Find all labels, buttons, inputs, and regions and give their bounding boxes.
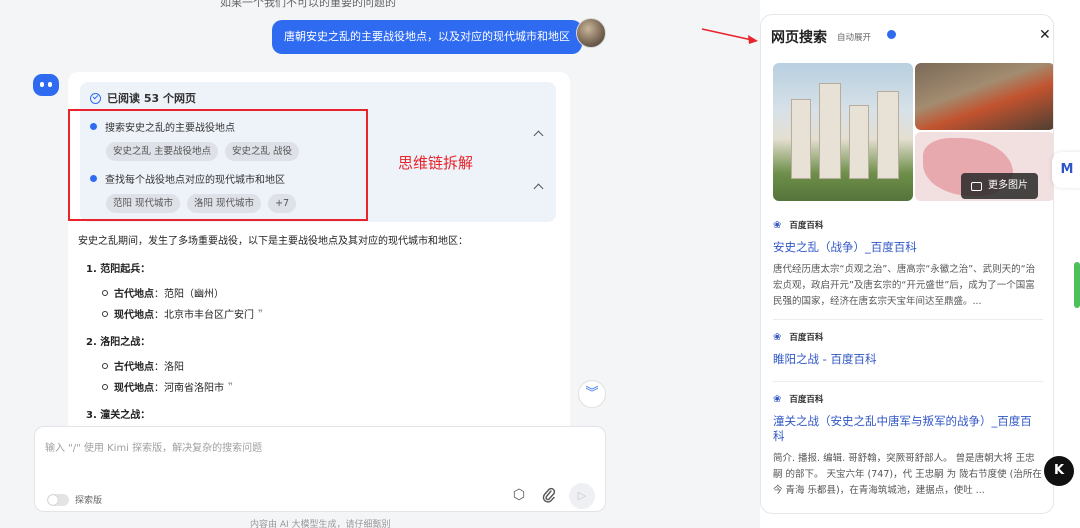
double-chevron-down-icon: ︾ bbox=[585, 386, 599, 401]
result-title-link[interactable]: 睢阳之战 - 百度百科 bbox=[773, 352, 1043, 367]
search-result: ❀ 百度百科 睢阳之战 - 百度百科 bbox=[773, 331, 1043, 367]
kimi-bot-avatar bbox=[33, 74, 59, 96]
modern-location: 现代地点 ：河南省洛阳市 ❞ bbox=[102, 379, 558, 395]
battle-title: 2. 洛阳之战： bbox=[86, 337, 151, 348]
baidu-paw-icon: ❀ bbox=[773, 393, 782, 405]
result-snippet: 唐代经历唐太宗“贞观之治”、唐高宗“永徽之治”、武则天的“治宏贞观，政启开元”及… bbox=[773, 264, 1036, 307]
chat-input-box: 探索版 ⬡ ▷ bbox=[34, 426, 606, 512]
paperclip-svg bbox=[542, 487, 556, 503]
modern-value: ：河南省洛阳市 bbox=[154, 383, 224, 394]
collapse-step-1-icon[interactable] bbox=[533, 130, 544, 141]
citation-quote-icon[interactable]: ❞ bbox=[228, 382, 233, 392]
scroll-indicator[interactable] bbox=[1074, 262, 1080, 308]
image-icon bbox=[971, 181, 982, 191]
collapse-step-2-icon[interactable] bbox=[533, 183, 544, 194]
explore-mode-toggle[interactable]: 探索版 bbox=[47, 493, 102, 506]
result-source: ❀ 百度百科 bbox=[773, 331, 1043, 344]
result-image-painting[interactable] bbox=[915, 63, 1053, 130]
modern-label: 现代地点 bbox=[114, 383, 154, 394]
auto-expand-toggle[interactable] bbox=[875, 29, 897, 41]
user-message-bubble: 唐朝安史之乱的主要战役地点，以及对应的现代城市和地区 bbox=[272, 20, 582, 54]
reading-count: 已阅读 53 个网页 bbox=[107, 92, 196, 105]
result-image-buildings[interactable] bbox=[773, 63, 913, 201]
result-snippet: 简介. 播报. 编辑. 哥舒翰，突厥哥舒部人。 曾是唐朝大将 王忠嗣 的部下。 … bbox=[773, 453, 1042, 496]
explore-mode-label: 探索版 bbox=[75, 496, 103, 506]
ancient-label: 古代地点 bbox=[114, 289, 154, 300]
toggle-switch[interactable] bbox=[47, 493, 69, 506]
source-name: 百度百科 bbox=[789, 333, 824, 343]
kimi-sidebar-icon[interactable]: M bbox=[1052, 152, 1080, 188]
send-icon: ▷ bbox=[577, 489, 587, 502]
annotation-highlight-box bbox=[68, 109, 368, 221]
auto-expand-label: 自动展开 bbox=[837, 33, 872, 43]
more-images-label: 更多图片 bbox=[988, 180, 1028, 191]
chat-area: 如果一个我们不可以的重要的问题的 唐朝安史之乱的主要战役地点，以及对应的现代城市… bbox=[0, 0, 760, 528]
cube-icon[interactable]: ⬡ bbox=[511, 487, 527, 503]
result-title-link[interactable]: 安史之乱（战争）_百度百科 bbox=[773, 240, 1043, 255]
paperclip-icon[interactable] bbox=[541, 487, 557, 503]
ancient-value: ：洛阳 bbox=[154, 362, 184, 373]
source-name: 百度百科 bbox=[789, 221, 824, 231]
annotation-label: 思维链拆解 bbox=[398, 154, 474, 172]
chat-input[interactable] bbox=[45, 437, 585, 459]
annotation-arrow-icon bbox=[701, 28, 758, 44]
ancient-value: ：范阳（幽州） bbox=[154, 289, 224, 300]
check-circle-icon bbox=[90, 92, 101, 104]
result-title-link[interactable]: 潼关之战（安史之乱中唐军与叛军的战争）_百度百科 bbox=[773, 414, 1043, 444]
ancient-label: 古代地点 bbox=[114, 362, 154, 373]
source-name: 百度百科 bbox=[789, 395, 824, 405]
answer-body: 安史之乱期间，发生了多场重要战役，以下是主要战役地点及其对应的现代城市和地区： … bbox=[78, 232, 558, 431]
battle-title: 1. 范阳起兵： bbox=[86, 264, 151, 275]
citation-quote-icon[interactable]: ❞ bbox=[258, 309, 263, 319]
result-divider bbox=[773, 381, 1043, 382]
scroll-to-bottom-button[interactable]: ︾ bbox=[578, 380, 606, 408]
web-search-panel: 网页搜索 自动展开 ✕ 更多图片 ❀ 百度百科 安史之乱（战争）_百度百科 唐代… bbox=[760, 14, 1054, 514]
close-icon[interactable]: ✕ bbox=[1039, 27, 1051, 43]
send-button[interactable]: ▷ bbox=[569, 483, 595, 509]
panel-title: 网页搜索 bbox=[771, 30, 827, 46]
search-result: ❀ 百度百科 潼关之战（安史之乱中唐军与叛军的战争）_百度百科 简介. 播报. … bbox=[773, 393, 1043, 499]
baidu-paw-icon: ❀ bbox=[773, 219, 782, 231]
search-result: ❀ 百度百科 安史之乱（战争）_百度百科 唐代经历唐太宗“贞观之治”、唐高宗“永… bbox=[773, 219, 1043, 310]
previous-message-fragment: 如果一个我们不可以的重要的问题的 bbox=[220, 0, 396, 9]
result-source: ❀ 百度百科 bbox=[773, 393, 1043, 406]
ai-disclaimer: 内容由 AI 大模型生成，请仔细甄别 bbox=[250, 520, 391, 528]
modern-value: ：北京市丰台区广安门 bbox=[154, 310, 254, 321]
battle-title: 3. 潼关之战： bbox=[86, 410, 151, 421]
result-divider bbox=[773, 319, 1043, 320]
result-source: ❀ 百度百科 bbox=[773, 219, 1043, 232]
modern-location: 现代地点 ：北京市丰台区广安门 ❞ bbox=[102, 306, 558, 322]
user-avatar[interactable] bbox=[576, 18, 606, 48]
ancient-location: 古代地点 ：洛阳 bbox=[102, 358, 558, 373]
modern-label: 现代地点 bbox=[114, 310, 154, 321]
kimi-logo-badge[interactable]: K bbox=[1044, 456, 1074, 486]
ancient-location: 古代地点 ：范阳（幽州） bbox=[102, 285, 558, 300]
answer-intro: 安史之乱期间，发生了多场重要战役，以下是主要战役地点及其对应的现代城市和地区： bbox=[78, 236, 468, 247]
more-images-button[interactable]: 更多图片 bbox=[961, 173, 1038, 199]
baidu-paw-icon: ❀ bbox=[773, 331, 782, 343]
reading-header[interactable]: 已阅读 53 个网页 bbox=[90, 90, 196, 106]
